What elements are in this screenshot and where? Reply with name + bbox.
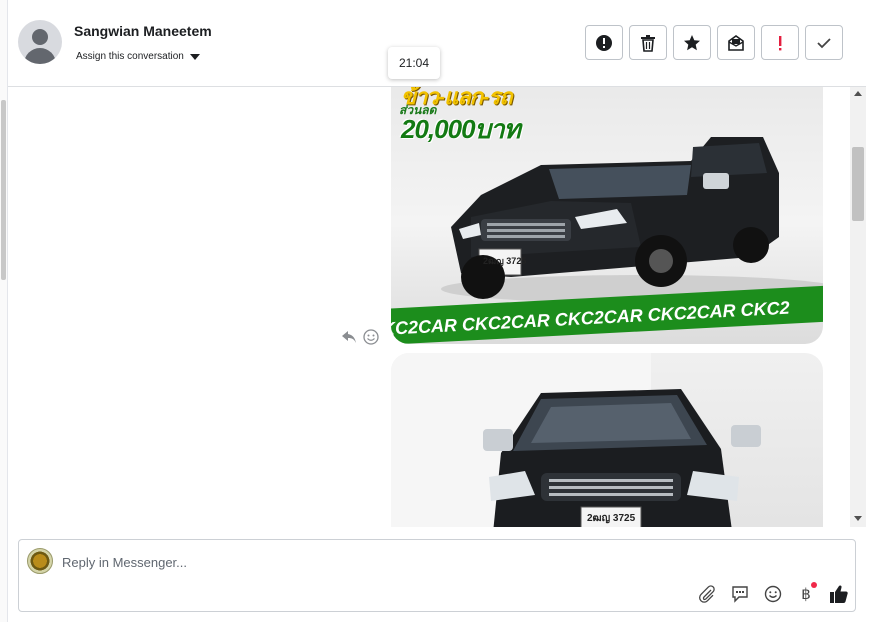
star-button[interactable] <box>673 25 711 60</box>
left-panel-edge <box>0 0 8 622</box>
exclamation-icon <box>779 35 782 50</box>
message-composer: ฿ <box>18 539 856 612</box>
alert-icon <box>596 34 612 51</box>
conversation-actions <box>585 25 843 60</box>
mail-icon <box>728 34 744 51</box>
left-panel-scrollbar[interactable] <box>1 100 6 280</box>
message-list: ข้าว-แลก-รถ ส่วนลด 20,000บาท 2ฒญ 3725 KC… <box>8 87 850 527</box>
message-image-car-promo[interactable]: ข้าว-แลก-รถ ส่วนลด 20,000บาท 2ฒญ 3725 KC… <box>391 87 823 344</box>
notification-dot <box>811 582 817 588</box>
scroll-down-arrow-icon[interactable] <box>854 516 862 521</box>
page-avatar <box>27 548 53 574</box>
done-button[interactable] <box>805 25 843 60</box>
spam-button[interactable] <box>585 25 623 60</box>
composer-tools: ฿ <box>695 582 851 606</box>
scroll-up-arrow-icon[interactable] <box>854 91 862 96</box>
delete-button[interactable] <box>629 25 667 60</box>
license-plate: 2ฒญ 3725 <box>483 256 527 266</box>
message-time-tooltip: 21:04 <box>388 47 440 79</box>
emoji-icon <box>764 585 782 603</box>
emoji-button[interactable] <box>761 582 785 606</box>
message-hover-tools <box>341 329 379 345</box>
saved-reply-icon <box>732 586 748 603</box>
avatar-body-shape <box>24 48 56 64</box>
message-image-car-front[interactable]: 2ฒญ 3725 <box>391 353 823 527</box>
avatar-head-shape <box>32 29 48 45</box>
baht-payment-icon: ฿ <box>801 585 811 603</box>
payment-button[interactable]: ฿ <box>794 582 818 606</box>
caret-down-icon <box>189 53 200 60</box>
pickup-truck-front-illustration <box>391 353 761 527</box>
react-emoji-icon[interactable] <box>363 329 379 345</box>
thumbs-up-icon <box>830 585 848 603</box>
assign-conversation-dropdown[interactable]: Assign this conversation <box>76 51 200 62</box>
follow-up-button[interactable] <box>761 25 799 60</box>
contact-avatar[interactable] <box>18 20 62 64</box>
star-icon <box>684 34 700 50</box>
attachment-icon <box>699 585 715 603</box>
message-list-scrollbar[interactable] <box>850 87 866 527</box>
contact-name[interactable]: Sangwian Maneetem <box>74 23 212 39</box>
trash-icon <box>641 34 655 52</box>
reply-icon[interactable] <box>341 330 357 344</box>
like-button[interactable] <box>827 582 851 606</box>
reply-input[interactable] <box>62 552 822 572</box>
saved-replies-button[interactable] <box>728 582 752 606</box>
assign-label: Assign this conversation <box>76 51 184 62</box>
attachment-button[interactable] <box>695 582 719 606</box>
mark-unread-button[interactable] <box>717 25 755 60</box>
scrollbar-thumb[interactable] <box>852 147 864 221</box>
inbox-conversation-view: Sangwian Maneetem Assign this conversati… <box>0 0 878 622</box>
checkmark-icon <box>817 37 831 48</box>
license-plate-2: 2ฒญ 3725 <box>587 513 636 524</box>
